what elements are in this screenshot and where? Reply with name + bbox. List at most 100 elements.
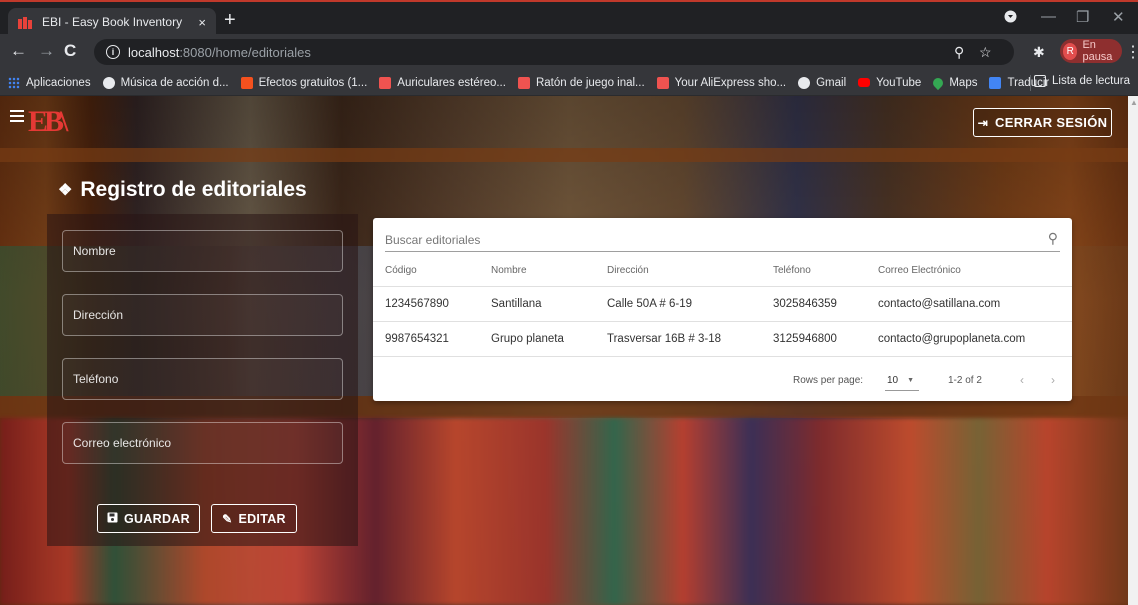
url-host: localhost [128,44,180,60]
maximize-icon[interactable]: ❐ [1076,8,1089,26]
bookmark-label: Maps [949,76,978,89]
edit-button[interactable]: ✎ EDITAR [211,504,297,533]
minimize-icon[interactable]: — [1041,8,1056,25]
cell-address: Calle 50A # 6-19 [607,298,693,310]
maps-pin-icon [931,75,946,90]
bookmark-label: Efectos gratuitos (1... [258,76,368,89]
bookmark-label: Ratón de juego inal... [535,76,645,89]
cell-code: 9987654321 [385,333,449,345]
site-info-icon[interactable]: i [106,45,120,59]
phone-field[interactable] [62,358,343,400]
next-page-icon[interactable]: › [1051,373,1055,387]
google-icon [798,76,811,89]
menu-hamburger-icon[interactable] [10,110,24,122]
column-header-address[interactable]: Dirección [607,255,649,286]
browser-account-icon[interactable] [1004,10,1017,27]
back-icon[interactable]: ← [10,42,27,60]
bookmark-label: Gmail [816,76,847,89]
profile-avatar: R [1063,42,1078,60]
bookmark-label: Auriculares estéreo... [397,76,506,89]
rows-per-page-label: Rows per page: [793,374,864,386]
browser-menu-icon[interactable]: ⋮ [1125,42,1138,62]
bookmark-star-icon[interactable]: ☆ [979,44,992,61]
pencil-icon: ✎ [222,511,233,526]
publisher-form: GUARDAR ✎ EDITAR [47,214,358,546]
browser-toolbar: ← → C i localhost:8080/home/editoriales … [0,34,1138,70]
url-path: :8080/home/editoriales [179,44,311,60]
table-header: Código Nombre Dirección Teléfono Correo … [373,255,1072,287]
table-row[interactable]: 9987654321 Grupo planeta Trasversar 16B … [373,322,1072,357]
page-title: ❖ Registro de editoriales [58,178,307,202]
search-icon[interactable]: ⚲ [1048,230,1058,247]
search-field[interactable]: ⚲ [385,228,1060,252]
address-input[interactable] [73,308,332,322]
bookmark-label: YouTube [876,76,922,89]
book-hand-icon: ❖ [58,182,73,199]
address-field[interactable] [62,294,343,336]
column-header-name[interactable]: Nombre [491,255,527,286]
cell-phone: 3025846359 [773,298,837,310]
column-header-code[interactable]: Código [385,255,417,286]
name-field[interactable] [62,230,343,272]
logout-button[interactable]: ⇥ CERRAR SESIÓN [973,108,1112,137]
cell-code: 1234567890 [385,298,449,310]
bookmark-item[interactable]: Gmail [798,76,847,89]
page-range: 1-2 of 2 [948,374,982,386]
bookmark-item[interactable]: Your AliExpress sho... [656,76,787,89]
bookmark-label: Aplicaciones [26,76,91,89]
aliexpress-icon [656,76,669,89]
translate-icon [989,76,1002,89]
name-input[interactable] [73,244,332,258]
bookmark-item[interactable]: Ratón de juego inal... [517,76,645,89]
bookmark-item[interactable]: Maps [931,75,978,90]
search-input[interactable] [385,232,1025,247]
close-tab-icon[interactable]: × [198,15,206,30]
profile-button[interactable]: R En pausa [1060,39,1122,63]
bookmark-apps[interactable]: Aplicaciones [8,76,91,89]
save-floppy-icon [107,512,118,526]
logout-icon: ⇥ [977,115,989,130]
page-content: EB\ ⇥ CERRAR SESIÓN ❖ Registro de editor… [0,96,1138,605]
scroll-up-icon[interactable]: ▲ [1130,98,1138,107]
browser-tab[interactable]: EBI - Easy Book Inventory × [8,8,216,36]
close-window-icon[interactable]: ✕ [1112,8,1125,26]
bookmarks-divider [1030,75,1031,91]
cell-phone: 3125946800 [773,333,837,345]
tab-strip: EBI - Easy Book Inventory × + — ❐ ✕ [0,0,1138,36]
bookmark-item[interactable]: Auriculares estéreo... [379,76,506,89]
bookmark-item[interactable]: YouTube [858,77,921,89]
forward-icon[interactable]: → [38,42,55,60]
cell-name: Grupo planeta [491,333,564,345]
cell-email: contacto@grupoplaneta.com [878,333,1026,345]
rows-per-page-value: 10 [887,375,899,386]
logout-label: CERRAR SESIÓN [995,115,1108,130]
zoom-icon[interactable]: ⚲ [954,44,964,61]
new-tab-button[interactable]: + [224,10,236,30]
table-row[interactable]: 1234567890 Santillana Calle 50A # 6-19 3… [373,287,1072,322]
site-favicon-icon [240,76,253,89]
cell-address: Trasversar 16B # 3-18 [607,333,721,345]
cell-email: contacto@satillana.com [878,298,1001,310]
rows-per-page-select[interactable]: 10 ▼ [885,371,919,391]
reading-list-button[interactable]: Lista de lectura [1034,75,1130,87]
bookmark-label: Your AliExpress sho... [674,76,787,89]
email-input[interactable] [73,436,332,450]
reload-icon[interactable]: C [64,42,76,60]
column-header-email[interactable]: Correo Electrónico [878,255,961,286]
table-footer: Rows per page: 10 ▼ 1-2 of 2 ‹ › [373,359,1072,401]
email-field[interactable] [62,422,343,464]
extensions-icon[interactable]: ✱ [1033,43,1045,61]
save-button[interactable]: GUARDAR [97,504,200,533]
bookmark-item[interactable]: Música de acción d... [102,76,229,89]
prev-page-icon[interactable]: ‹ [1020,373,1024,387]
reading-list-icon [1034,75,1046,87]
bookmark-item[interactable]: Efectos gratuitos (1... [240,76,368,89]
ebi-logo[interactable]: EB\ [28,105,68,139]
page-scrollbar[interactable]: ▲ [1128,96,1138,605]
phone-input[interactable] [73,372,332,386]
reading-list-label: Lista de lectura [1052,75,1130,87]
column-header-phone[interactable]: Teléfono [773,255,811,286]
publishers-table-card: ⚲ Código Nombre Dirección Teléfono Corre… [373,218,1072,401]
address-bar[interactable]: i localhost:8080/home/editoriales ⚲ ☆ [94,39,1014,65]
aliexpress-icon [379,76,392,89]
